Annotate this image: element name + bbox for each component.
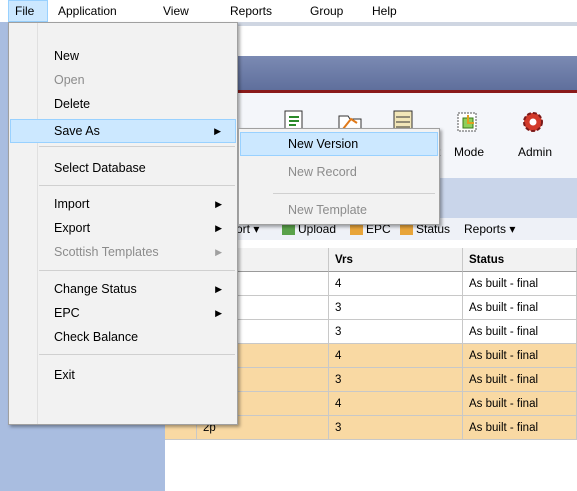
cell-status: As built - final [463, 392, 577, 416]
cell-status: As built - final [463, 368, 577, 392]
cell-vrs: 3 [329, 296, 463, 320]
cell-status: As built - final [463, 344, 577, 368]
gear-icon[interactable] [518, 107, 548, 137]
mode-icon[interactable] [452, 107, 482, 137]
submenu-arrow-icon: ▶ [215, 223, 222, 233]
menu-item-label: Check Balance [54, 330, 139, 344]
menu-item-label: Save As [54, 124, 100, 138]
menu-item-delete[interactable]: Delete [10, 92, 236, 116]
cell-vrs: 4 [329, 344, 463, 368]
ribbon-label-admin: Admin [518, 145, 553, 159]
menu-item-exit[interactable]: Exit [10, 363, 236, 387]
cell-vrs: 4 [329, 392, 463, 416]
menu-item-label: Exit [54, 368, 75, 382]
cell-vrs: 3 [329, 320, 463, 344]
menu-item-label: Change Status [54, 282, 137, 296]
menu-separator [39, 354, 235, 355]
menu-item-label: Delete [54, 97, 91, 111]
grid-header-status[interactable]: Status [463, 248, 577, 272]
ribbon-label-mode: Mode [454, 145, 485, 159]
toolbar-reports-button[interactable]: Reports ▾ [464, 218, 515, 240]
menu-item-import[interactable]: Import ▶ [10, 192, 236, 216]
menu-item-change-status[interactable]: Change Status ▶ [10, 277, 236, 301]
menu-separator [39, 185, 235, 186]
menu-item-label: Import [54, 197, 90, 211]
submenu-item-label: New Template [288, 203, 367, 217]
menu-separator [39, 146, 235, 147]
menu-view[interactable]: View [163, 0, 189, 22]
submenu-arrow-icon: ▶ [215, 308, 222, 318]
menu-file[interactable]: File [8, 0, 48, 22]
menu-item-label: New [54, 49, 80, 63]
cell-vrs: 4 [329, 272, 463, 296]
submenu-item-new-record[interactable]: New Record [240, 160, 438, 184]
menu-item-scottish-templates[interactable]: Scottish Templates ▶ [10, 240, 236, 264]
cell-vrs: 3 [329, 368, 463, 392]
cell-status: As built - final [463, 296, 577, 320]
cell-status: As built - final [463, 320, 577, 344]
menu-bar: File Application View Reports Group Help [0, 0, 577, 22]
menu-item-label: Open [54, 73, 85, 87]
menu-application[interactable]: Application [58, 0, 117, 22]
menu-group[interactable]: Group [310, 0, 343, 22]
cell-status: As built - final [463, 416, 577, 440]
menu-help[interactable]: Help [372, 0, 397, 22]
submenu-item-new-version[interactable]: New Version [240, 132, 438, 156]
cell-vrs: 3 [329, 416, 463, 440]
file-menu: New Open Delete Save As ▶ Select Database… [8, 22, 238, 425]
menu-item-export[interactable]: Export ▶ [10, 216, 236, 240]
menu-item-label: Scottish Templates [54, 245, 159, 259]
menu-item-open[interactable]: Open [10, 68, 236, 92]
menu-separator [39, 270, 235, 271]
header-band [230, 56, 577, 90]
menu-item-label: Select Database [54, 161, 146, 175]
menu-separator [273, 193, 435, 194]
grid-header-vrs[interactable]: Vrs [329, 248, 463, 272]
menu-item-label: Export [54, 221, 91, 235]
submenu-item-label: New Version [288, 137, 359, 151]
menu-item-select-database[interactable]: Select Database [10, 156, 236, 180]
menu-item-save-as[interactable]: Save As ▶ [10, 119, 236, 143]
cell-status: As built - final [463, 272, 577, 296]
save-as-submenu: New Version New Record New Template [238, 128, 440, 225]
submenu-arrow-icon: ▶ [214, 126, 221, 136]
menu-item-label: EPC [54, 306, 80, 320]
submenu-item-label: New Record [288, 165, 357, 179]
menu-reports[interactable]: Reports [230, 0, 272, 22]
menu-item-epc[interactable]: EPC ▶ [10, 301, 236, 325]
submenu-arrow-icon: ▶ [215, 199, 222, 209]
submenu-arrow-icon: ▶ [215, 247, 222, 257]
menu-item-new[interactable]: New [10, 44, 236, 68]
submenu-item-new-template[interactable]: New Template [240, 198, 438, 222]
menu-item-check-balance[interactable]: Check Balance [10, 325, 236, 349]
submenu-arrow-icon: ▶ [215, 284, 222, 294]
